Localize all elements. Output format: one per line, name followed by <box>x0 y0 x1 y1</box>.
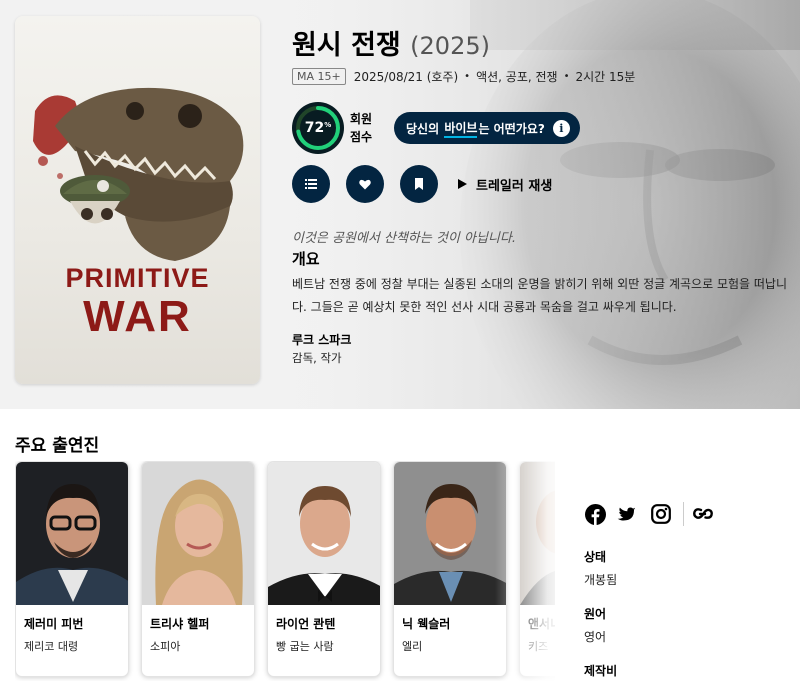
movie-title[interactable]: 원시 전쟁 <box>292 30 401 61</box>
budget-label: 제작비 <box>584 664 618 678</box>
user-score-chart[interactable]: 72% <box>292 102 344 154</box>
action-bar: 트레일러 재생 <box>292 165 552 203</box>
facebook-icon <box>584 503 606 525</box>
instagram-link[interactable] <box>650 503 672 525</box>
cast-role: 제리코 대령 <box>24 640 79 653</box>
runtime: 2시간 15분 <box>575 69 636 84</box>
bookmark-icon <box>415 178 423 190</box>
list-icon <box>305 179 317 189</box>
certification-badge: MA 15+ <box>292 67 346 85</box>
twitter-link[interactable] <box>617 503 639 525</box>
facebook-link[interactable] <box>584 503 606 525</box>
vibe-highlight: 바이브 <box>444 119 478 138</box>
movie-poster[interactable]: PRIMITIVE WAR <box>15 16 260 384</box>
cast-card[interactable]: 닉 웩슬러 엘리 <box>393 461 507 677</box>
status-value: 개봉됨 <box>584 573 618 587</box>
cast-card[interactable]: 제러미 피번 제리코 대령 <box>15 461 129 677</box>
original-language-label: 원어 <box>584 607 607 621</box>
status-label: 상태 <box>584 550 607 564</box>
score-label: 회원 점수 <box>350 112 373 144</box>
twitter-icon <box>617 507 636 521</box>
justwatch-link-icon <box>693 508 713 519</box>
tagline: 이것은 공원에서 산책하는 것이 아닙니다. <box>292 231 516 246</box>
score-value: 72% <box>304 120 332 136</box>
cast-photo <box>394 462 506 605</box>
cast-name: 닉 웩슬러 <box>402 617 451 631</box>
cast-photo <box>268 462 380 605</box>
release-date: 2025/08/21 (호주) <box>353 69 459 84</box>
instagram-icon <box>651 504 671 524</box>
overview-text: 베트남 전쟁 중에 정찰 부대는 실종된 소대의 운명을 밝히기 위해 외딴 정… <box>292 277 788 314</box>
social-divider <box>683 502 684 526</box>
watchlist-button[interactable] <box>400 165 438 203</box>
cast-card[interactable]: 앤서니 키즈 <box>519 461 555 677</box>
social-links <box>584 502 725 526</box>
movie-title-row: 원시 전쟁 (2025) <box>292 28 792 64</box>
cast-name: 라이언 콴텐 <box>276 617 336 631</box>
crew-name[interactable]: 루크 스파크 <box>292 331 351 348</box>
movie-info: 원시 전쟁 (2025) MA 15+ 2025/08/21 (호주) • 액션… <box>292 28 792 86</box>
separator-dot: • <box>464 70 471 82</box>
cast-photo <box>520 462 555 605</box>
cast-list: 제러미 피번 제리코 대령 트리샤 헬퍼 소피아 라이언 콴텐 빵 굽는 사람 … <box>15 461 555 677</box>
play-icon <box>458 179 467 189</box>
heart-icon <box>359 179 371 189</box>
cast-name: 트리샤 헬퍼 <box>150 617 210 631</box>
cast-name: 제러미 피번 <box>24 617 84 631</box>
genres[interactable]: 액션, 공포, 전쟁 <box>476 68 558 85</box>
cast-photo <box>16 462 128 605</box>
cast-role: 엘리 <box>402 640 423 653</box>
cast-heading: 주요 출연진 <box>15 436 100 456</box>
favorite-button[interactable] <box>346 165 384 203</box>
overview-heading: 개요 <box>292 250 320 268</box>
play-trailer-button[interactable]: 트레일러 재생 <box>458 175 552 194</box>
side-facts: 상태 개봉됨 원어 영어 제작비 <box>584 548 617 685</box>
cast-role: 빵 굽는 사람 <box>276 640 334 653</box>
cast-card[interactable]: 트리샤 헬퍼 소피아 <box>141 461 255 677</box>
cast-role: 소피아 <box>150 640 181 653</box>
info-icon: i <box>552 119 570 137</box>
add-to-list-button[interactable] <box>292 165 330 203</box>
poster-title-line2: WAR <box>83 292 192 341</box>
original-language-value: 영어 <box>584 630 607 644</box>
movie-year: (2025) <box>410 32 490 60</box>
cast-card[interactable]: 라이언 콴텐 빵 굽는 사람 <box>267 461 381 677</box>
vibe-button[interactable]: 당신의 바이브 는 어떤가요? i <box>394 112 580 144</box>
movie-facts: MA 15+ 2025/08/21 (호주) • 액션, 공포, 전쟁 • 2시… <box>292 66 792 86</box>
separator-dot: • <box>563 70 570 82</box>
cast-photo <box>142 462 254 605</box>
hero-section: PRIMITIVE WAR 원시 전쟁 (2025) MA 15+ 2025/0… <box>0 0 800 409</box>
cast-role: 키즈 <box>528 640 549 653</box>
score-row: 72% 회원 점수 당신의 바이브 는 어떤가요? i <box>292 102 580 154</box>
crew-role: 감독, 작가 <box>292 351 342 365</box>
cast-name: 앤서니 <box>528 617 555 631</box>
cast-scroller[interactable]: 제러미 피번 제리코 대령 트리샤 헬퍼 소피아 라이언 콴텐 빵 굽는 사람 … <box>15 461 555 681</box>
poster-title-line1: PRIMITIVE <box>65 263 210 293</box>
homepage-link[interactable] <box>692 503 714 525</box>
